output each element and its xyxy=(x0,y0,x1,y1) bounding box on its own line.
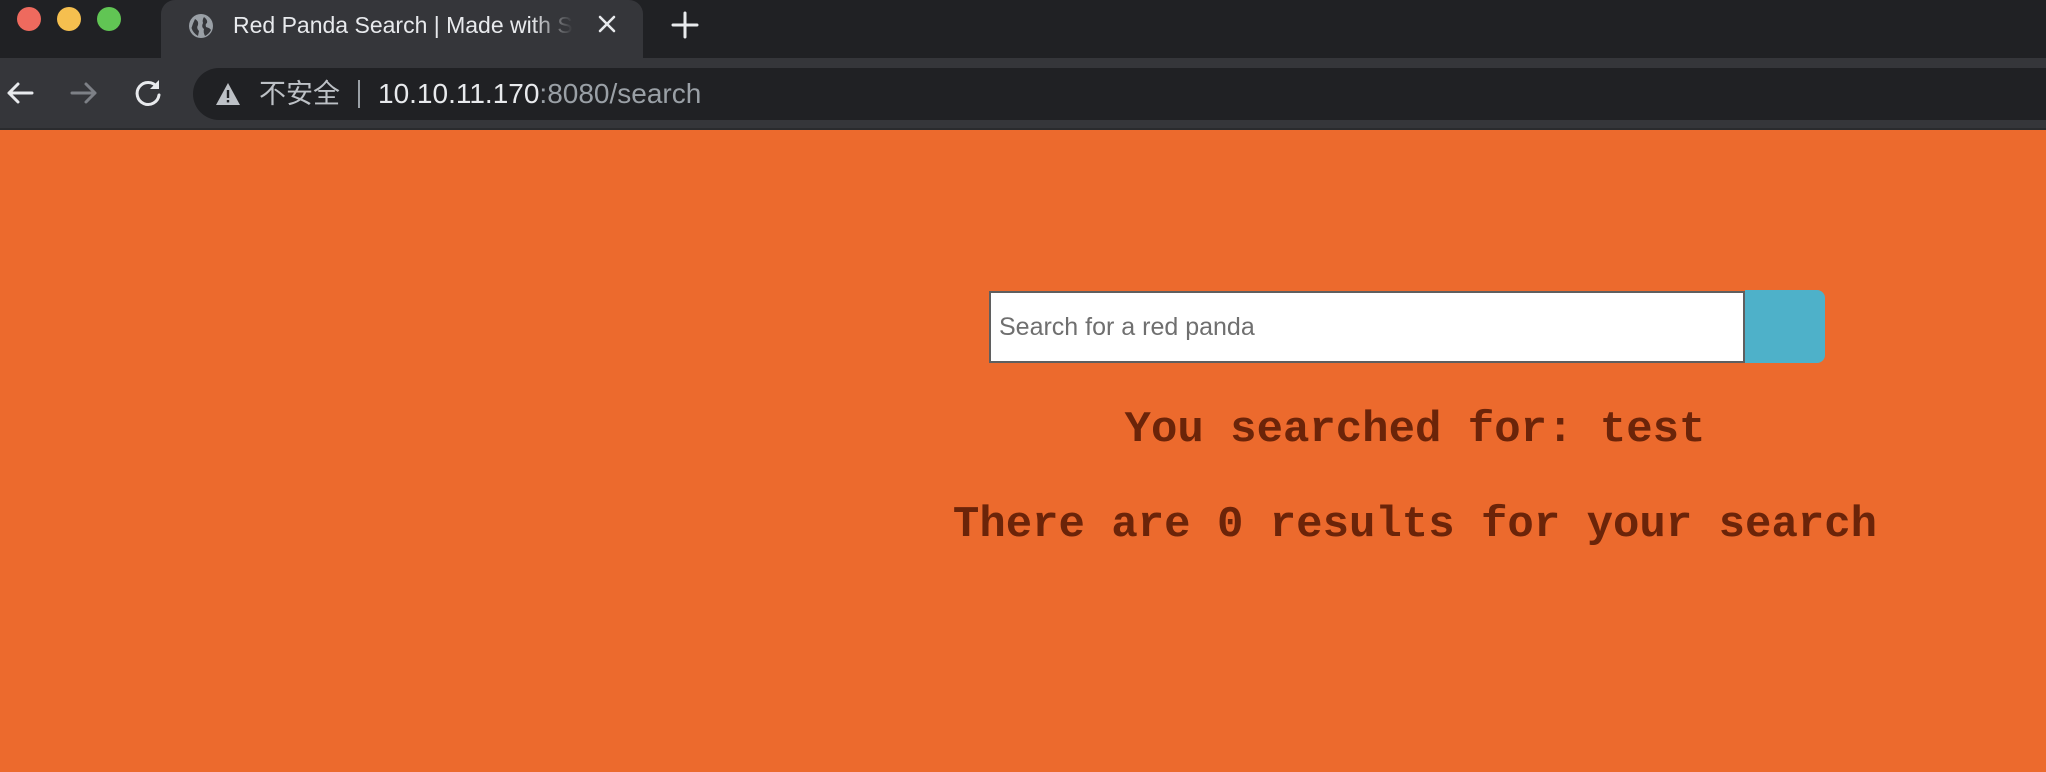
url-host: 10.10.11.170 xyxy=(378,78,540,109)
close-tab-icon[interactable] xyxy=(594,11,620,37)
security-status-label[interactable]: 不安全 xyxy=(259,78,340,110)
close-window-button[interactable] xyxy=(17,7,41,31)
searched-for-text: You searched for: test xyxy=(1124,405,1706,455)
search-button[interactable] xyxy=(1745,290,1825,363)
address-bar[interactable]: 不安全 10.10.11.170:8080/search xyxy=(193,68,2046,120)
search-input[interactable] xyxy=(989,291,1745,363)
globe-icon xyxy=(187,12,215,40)
arrow-left-icon[interactable] xyxy=(2,75,38,111)
tab-strip: Red Panda Search | Made with Spring Boot xyxy=(0,0,2046,58)
reload-icon[interactable] xyxy=(130,75,166,111)
minimize-window-button[interactable] xyxy=(57,7,81,31)
warning-triangle-icon[interactable] xyxy=(215,82,241,106)
browser-toolbar: 不安全 10.10.11.170:8080/search xyxy=(0,58,2046,130)
maximize-window-button[interactable] xyxy=(97,7,121,31)
page-content: You searched for: test There are 0 resul… xyxy=(0,131,2046,772)
plus-icon[interactable] xyxy=(668,8,702,42)
results-count-text: There are 0 results for your search xyxy=(952,500,1878,550)
browser-tab-active[interactable]: Red Panda Search | Made with Spring Boot xyxy=(161,0,643,58)
url-text[interactable]: 10.10.11.170:8080/search xyxy=(378,78,701,110)
arrow-right-icon[interactable] xyxy=(66,75,102,111)
address-divider xyxy=(358,80,360,108)
tab-title: Red Panda Search | Made with Spring Boot xyxy=(233,12,573,38)
url-port-path: :8080/search xyxy=(539,78,702,109)
